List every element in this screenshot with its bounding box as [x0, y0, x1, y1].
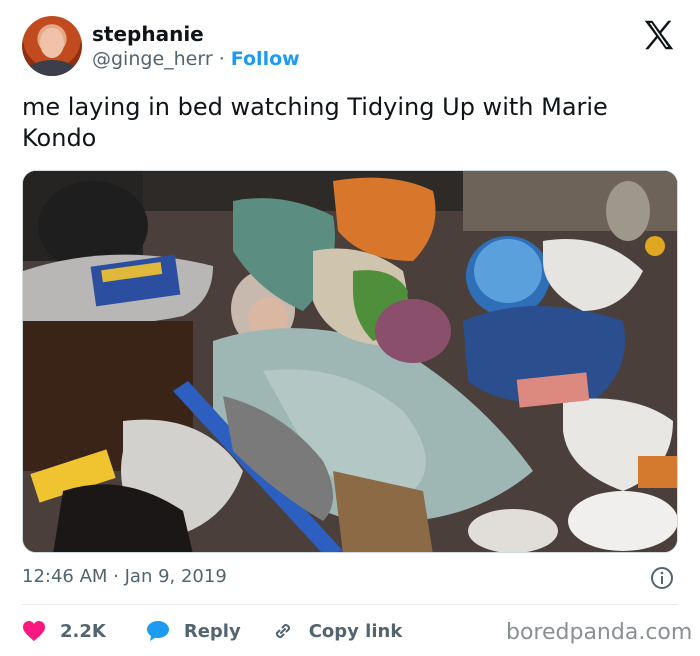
like-button[interactable]: 2.2K: [22, 620, 106, 642]
separator-dot: ·: [218, 48, 225, 70]
tweet-media[interactable]: [22, 170, 678, 553]
author-name[interactable]: stephanie: [92, 22, 204, 46]
heart-icon: [23, 621, 45, 641]
avatar-shoulder: [28, 60, 76, 76]
like-count: 2.2K: [60, 620, 106, 642]
avatar-face: [40, 28, 64, 58]
copy-link-button[interactable]: Copy link: [271, 619, 403, 643]
avatar[interactable]: [22, 16, 82, 76]
author-handle-row: @ginge_herr · Follow: [92, 48, 300, 70]
follow-button[interactable]: Follow: [231, 48, 300, 70]
action-bar: 2.2K Reply Copy link: [22, 616, 402, 646]
divider: [22, 604, 678, 605]
reply-button[interactable]: Reply: [146, 620, 241, 642]
copy-link-label: Copy link: [308, 620, 403, 642]
author-handle[interactable]: @ginge_herr: [92, 48, 213, 70]
tweet-timestamp[interactable]: 12:46 AM · Jan 9, 2019: [22, 566, 227, 587]
reply-label: Reply: [183, 620, 241, 642]
x-logo-icon[interactable]: [640, 16, 678, 54]
watermark: boredpanda.com: [506, 620, 693, 645]
reply-bubble-icon: [146, 621, 169, 641]
link-icon: [275, 623, 290, 639]
info-icon[interactable]: [650, 566, 674, 590]
tweet-text: me laying in bed watching Tidying Up wit…: [22, 93, 608, 152]
photo-illustration: [23, 171, 677, 552]
